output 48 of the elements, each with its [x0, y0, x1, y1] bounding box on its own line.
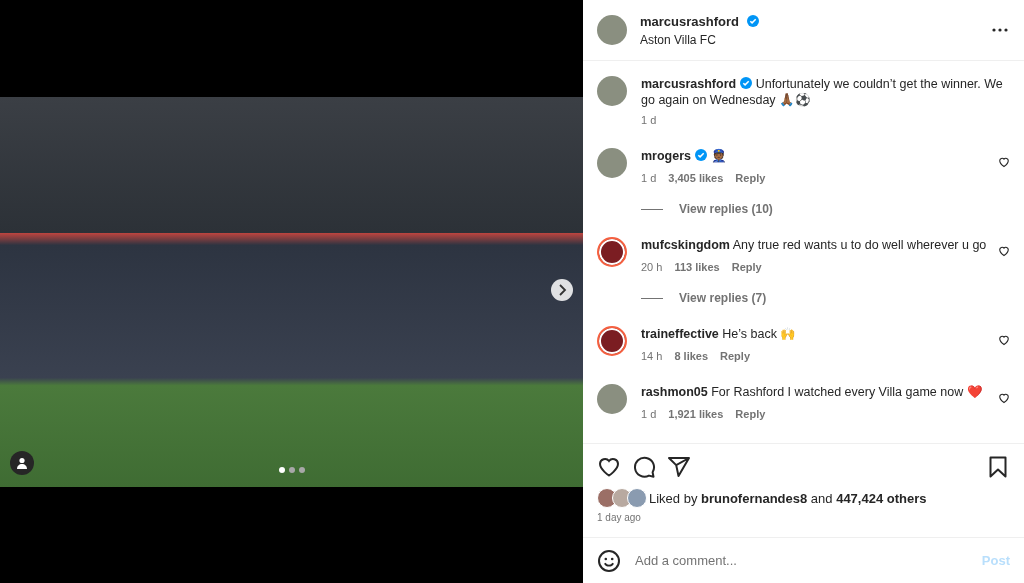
like-count[interactable]: 8 likes: [674, 348, 709, 364]
heart-icon[interactable]: [998, 334, 1010, 346]
reply-button[interactable]: Reply: [735, 170, 766, 186]
username[interactable]: mufcskingdom: [641, 238, 730, 252]
caption-text: marcusrashford Unfortunately we couldn’t get the winner. We go again on Wednesday 🙏🏾⚽: [641, 76, 1004, 108]
heart-icon[interactable]: [998, 245, 1010, 257]
liker-avatars: [597, 488, 649, 508]
user-tag-button[interactable]: [10, 450, 34, 475]
username[interactable]: mrogers: [641, 149, 692, 163]
like-count[interactable]: 1,921 likes: [668, 406, 724, 422]
carousel-dot[interactable]: [298, 466, 305, 473]
person-icon: [16, 456, 28, 469]
timestamp: 1 d: [641, 407, 657, 422]
liked-by-text[interactable]: Liked by brunofernandes8 and 447,424 others: [649, 490, 927, 506]
emoji-icon[interactable]: [597, 548, 621, 573]
comment-text: mufcskingdom Any true red wants u to do well wherever u go: [641, 237, 988, 253]
comment-text: mrogers 👮🏾: [641, 148, 728, 164]
carousel-dot[interactable]: [288, 466, 295, 473]
more-options-icon[interactable]: [992, 28, 1008, 32]
timestamp: 1 d: [641, 171, 657, 186]
next-button[interactable]: [551, 278, 573, 301]
avatar[interactable]: [597, 237, 627, 267]
like-count[interactable]: 113 likes: [674, 259, 720, 275]
reply-button[interactable]: Reply: [720, 348, 751, 364]
comment-text: traineffective He’s back 🙌: [641, 326, 798, 342]
post-date: 1 day ago: [597, 512, 642, 523]
view-replies-button[interactable]: View replies (10): [679, 201, 773, 217]
location-link[interactable]: Aston Villa FC: [640, 32, 992, 47]
timestamp: 14 h: [641, 349, 663, 364]
carousel-dot[interactable]: [278, 466, 285, 473]
send-icon[interactable]: [667, 455, 691, 479]
username[interactable]: rashmon05: [641, 385, 708, 399]
chevron-right-icon: [557, 283, 567, 296]
heart-icon[interactable]: [998, 392, 1010, 404]
reply-button[interactable]: Reply: [731, 259, 762, 275]
heart-icon[interactable]: [597, 455, 621, 479]
comment-text: rashmon05 For Rashford I watched every Villa game now ❤: [641, 384, 984, 400]
comment-icon[interactable]: [632, 455, 656, 479]
username[interactable]: traineffective: [641, 327, 719, 341]
username[interactable]: marcusrashford: [641, 77, 737, 91]
timestamp: 20 h: [641, 260, 663, 275]
like-count[interactable]: 3,405 likes: [668, 170, 724, 186]
heart-icon[interactable]: [998, 156, 1010, 168]
username[interactable]: marcusrashford: [640, 13, 739, 29]
timestamp: 1 d: [641, 113, 657, 128]
reply-button[interactable]: Reply: [735, 406, 766, 422]
avatar[interactable]: [597, 326, 627, 356]
view-replies-button[interactable]: View replies (7): [679, 290, 767, 306]
